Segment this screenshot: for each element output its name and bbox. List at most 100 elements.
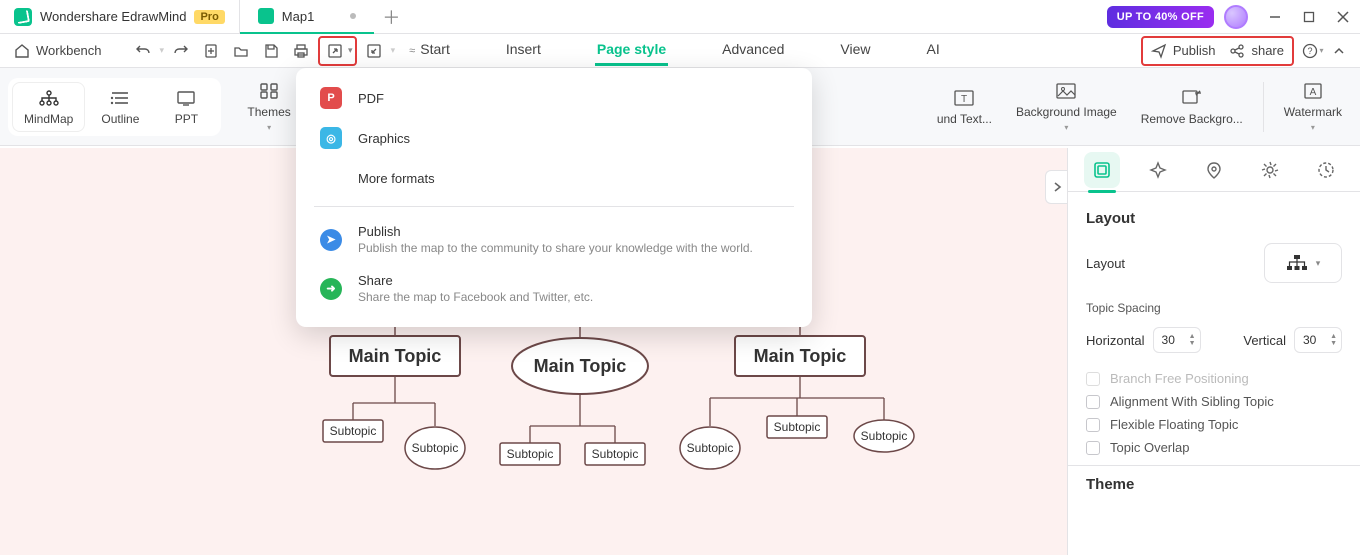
export-publish[interactable]: ➤ Publish Publish the map to the communi… <box>296 215 812 264</box>
import-button[interactable] <box>361 38 387 64</box>
menu-page-style[interactable]: Page style <box>595 35 668 66</box>
background-image-button[interactable]: Background Image ▾ <box>1006 77 1127 136</box>
share-title: Share <box>358 273 593 288</box>
chevron-down-icon: ▾ <box>348 45 353 56</box>
chevron-down-icon: ▾ <box>1311 123 1315 132</box>
export-graphics[interactable]: ◎ Graphics <box>296 118 812 158</box>
spinner-icon[interactable]: ▲▼ <box>1330 333 1337 347</box>
redo-button[interactable] <box>168 38 194 64</box>
publish-subtitle: Publish the map to the community to shar… <box>358 241 753 255</box>
horizontal-spacing-input[interactable]: 30 ▲▼ <box>1153 327 1201 353</box>
save-icon <box>263 43 279 59</box>
publish-label: Publish <box>1173 43 1216 58</box>
menu-advanced[interactable]: Advanced <box>720 35 786 66</box>
import-icon <box>366 43 382 59</box>
open-button[interactable] <box>228 38 254 64</box>
ppt-icon <box>176 88 196 108</box>
svg-text:Subtopic: Subtopic <box>330 424 377 438</box>
chevron-down-icon: ▾ <box>1064 123 1068 132</box>
settings-tab[interactable] <box>1252 152 1288 188</box>
menu-ai[interactable]: AI <box>925 35 942 66</box>
align-sibling-label: Alignment With Sibling Topic <box>1110 394 1274 409</box>
export-icon <box>327 43 343 59</box>
collapse-sidepanel-button[interactable] <box>1045 170 1067 204</box>
maximize-button[interactable] <box>1292 0 1326 34</box>
background-text-button[interactable]: T und Text... <box>927 84 1002 130</box>
minimize-button[interactable] <box>1258 0 1292 34</box>
promo-banner[interactable]: UP TO 40% OFF <box>1107 6 1214 28</box>
help-icon: ? <box>1302 43 1318 59</box>
themes-label: Themes <box>247 105 290 119</box>
svg-text:Subtopic: Subtopic <box>687 441 734 455</box>
publish-icon: ➤ <box>320 229 342 251</box>
outline-label: Outline <box>101 112 139 126</box>
share-label: share <box>1251 43 1284 58</box>
bg-image-label: Background Image <box>1016 105 1117 119</box>
print-button[interactable] <box>288 38 314 64</box>
sparkle-icon <box>1149 161 1167 179</box>
new-file-button[interactable] <box>198 38 224 64</box>
quick-access-bar: Workbench ▾ ▾ ▾ ≈ Start Insert Page styl… <box>0 34 1360 68</box>
home-icon <box>16 45 28 57</box>
menu-start[interactable]: Start <box>418 35 452 66</box>
app-logo-icon <box>14 8 32 26</box>
workbench-button[interactable]: Workbench <box>8 43 108 59</box>
watermark-button[interactable]: A Watermark ▾ <box>1274 77 1352 136</box>
svg-text:Main Topic: Main Topic <box>349 346 442 366</box>
vertical-value: 30 <box>1303 333 1316 347</box>
branch-free-label: Branch Free Positioning <box>1110 371 1249 386</box>
branch-free-checkbox[interactable] <box>1086 372 1100 386</box>
vertical-spacing-input[interactable]: 30 ▲▼ <box>1294 327 1342 353</box>
separator <box>1263 82 1264 132</box>
svg-text:Main Topic: Main Topic <box>754 346 847 366</box>
export-more-label: More formats <box>358 171 435 186</box>
history-tab[interactable] <box>1308 152 1344 188</box>
menu-view[interactable]: View <box>838 35 872 66</box>
export-dropdown-button[interactable]: ▾ <box>318 36 357 66</box>
file-plus-icon <box>203 43 219 59</box>
new-tab-button[interactable]: ＋ <box>374 4 408 30</box>
topic-overlap-checkbox[interactable] <box>1086 441 1100 455</box>
mindmap-view-button[interactable]: MindMap <box>12 82 85 132</box>
title-bar: Wondershare EdrawMind Pro Map1 ＋ UP TO 4… <box>0 0 1360 34</box>
svg-text:Subtopic: Subtopic <box>507 447 554 461</box>
publish-button[interactable]: Publish <box>1151 43 1216 59</box>
pdf-icon: P <box>320 87 342 109</box>
share-button[interactable]: share <box>1229 43 1284 59</box>
chevron-up-icon <box>1332 44 1346 58</box>
gear-icon <box>1261 161 1279 179</box>
chevron-down-icon: ▾ <box>267 123 271 132</box>
outline-view-button[interactable]: Outline <box>89 82 151 132</box>
document-tab[interactable]: Map1 <box>240 0 375 34</box>
flex-float-checkbox[interactable] <box>1086 418 1100 432</box>
close-button[interactable] <box>1326 0 1360 34</box>
export-more-formats[interactable]: More formats <box>296 158 812 198</box>
save-button[interactable] <box>258 38 284 64</box>
remove-bg-label: Remove Backgro... <box>1141 112 1243 126</box>
publish-share-group: Publish share <box>1141 36 1294 66</box>
help-button[interactable]: ?▾ <box>1300 38 1326 64</box>
collapse-ribbon-button[interactable] <box>1326 38 1352 64</box>
svg-text:Main Topic: Main Topic <box>534 356 627 376</box>
layout-tab[interactable] <box>1084 152 1120 188</box>
share-icon <box>1229 43 1245 59</box>
pin-icon <box>1205 161 1223 179</box>
bg-image-icon <box>1055 81 1077 101</box>
ppt-view-button[interactable]: PPT <box>155 82 217 132</box>
export-share[interactable]: ➜ Share Share the map to Facebook and Tw… <box>296 264 812 313</box>
folder-icon <box>233 43 249 59</box>
side-panel-body: Layout Layout ▾ Topic Spacing Horizontal… <box>1068 192 1360 511</box>
export-pdf[interactable]: P PDF <box>296 78 812 118</box>
align-sibling-checkbox[interactable] <box>1086 395 1100 409</box>
menu-insert[interactable]: Insert <box>504 35 543 66</box>
tag-tab[interactable] <box>1196 152 1232 188</box>
vertical-label: Vertical <box>1243 333 1286 348</box>
remove-background-button[interactable]: Remove Backgro... <box>1131 84 1253 130</box>
avatar[interactable] <box>1224 5 1248 29</box>
side-panel: Layout Layout ▾ Topic Spacing Horizontal… <box>1067 148 1360 555</box>
spinner-icon[interactable]: ▲▼ <box>1189 333 1196 347</box>
layout-picker[interactable]: ▾ <box>1264 243 1342 283</box>
themes-button[interactable]: Themes ▾ <box>235 75 302 138</box>
undo-button[interactable] <box>130 38 156 64</box>
style-tab[interactable] <box>1140 152 1176 188</box>
